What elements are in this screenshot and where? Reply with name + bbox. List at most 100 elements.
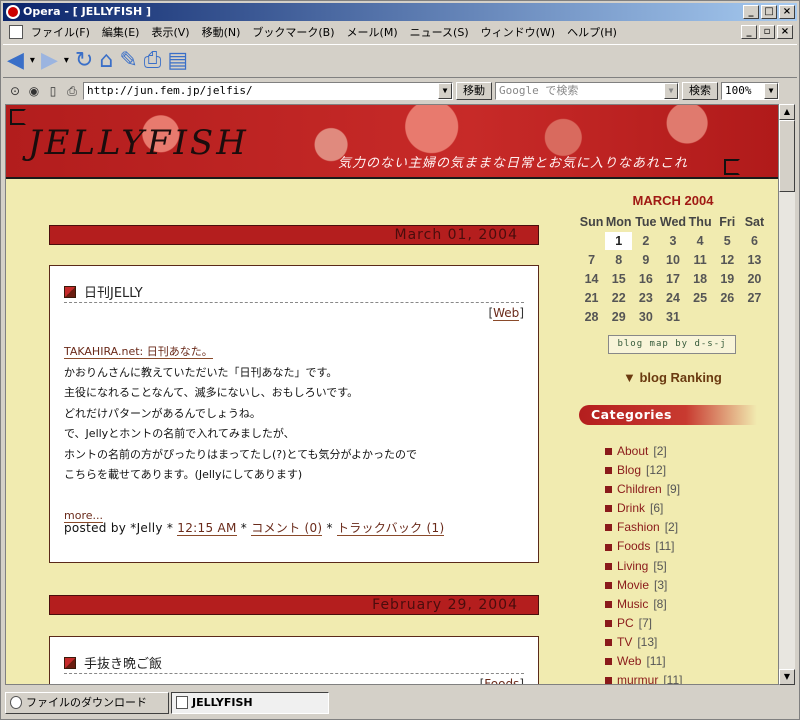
scroll-thumb[interactable]	[779, 120, 795, 192]
calendar-day[interactable]: 4	[687, 232, 714, 250]
category-link[interactable]: Movie	[617, 576, 649, 595]
home-icon[interactable]: ⌂	[99, 50, 113, 72]
category-link[interactable]: Web	[493, 306, 520, 321]
doc-close-button[interactable]: ×	[777, 25, 793, 39]
site-title[interactable]: JELLYFISH	[28, 123, 249, 163]
calendar-day[interactable]: 31	[659, 308, 686, 326]
category-link[interactable]: Foods	[484, 677, 520, 684]
category-link[interactable]: Living	[617, 557, 648, 576]
calendar-day[interactable]: 8	[605, 251, 632, 269]
reload-icon[interactable]: ↻	[75, 50, 93, 72]
camera-icon[interactable]: ◉	[26, 83, 42, 99]
blogmap-badge[interactable]: blog map by d-s-j	[608, 335, 736, 354]
calendar-day[interactable]: 22	[605, 289, 632, 307]
category-link[interactable]: Blog	[617, 461, 641, 480]
calendar-day[interactable]: 11	[687, 251, 714, 269]
comments-link[interactable]: コメント (0)	[251, 521, 323, 536]
calendar-day[interactable]: 30	[632, 308, 659, 326]
menu-view[interactable]: 表示(V)	[145, 24, 195, 40]
vertical-scrollbar[interactable]: ▲ ▼	[779, 104, 795, 685]
category-count: [6]	[650, 501, 664, 516]
calendar-day[interactable]: 19	[714, 270, 741, 288]
document-icon[interactable]: ▯	[45, 83, 61, 99]
hotlist-icon[interactable]: ✎	[119, 50, 137, 72]
page-icon[interactable]: ▤	[167, 50, 188, 72]
calendar-day[interactable]: 17	[659, 270, 686, 288]
zoom-dropdown-icon[interactable]: ▼	[764, 83, 778, 99]
trackback-link[interactable]: トラックバック (1)	[336, 521, 445, 536]
calendar-day[interactable]: 25	[687, 289, 714, 307]
maximize-button[interactable]: □	[761, 5, 777, 19]
calendar-day[interactable]: 15	[605, 270, 632, 288]
calendar-day[interactable]: 9	[632, 251, 659, 269]
calendar-day[interactable]: 7	[578, 251, 605, 269]
close-button[interactable]: ×	[779, 5, 795, 19]
page-tab[interactable]: JELLYFISH	[171, 692, 329, 714]
calendar-day[interactable]: 20	[741, 270, 768, 288]
calendar-day[interactable]: 6	[741, 232, 768, 250]
calendar-day[interactable]: 1	[605, 232, 633, 250]
go-button[interactable]: 移動	[456, 82, 492, 100]
back-icon[interactable]: ◀	[7, 50, 24, 72]
menu-edit[interactable]: 編集(E)	[96, 24, 146, 40]
category-link[interactable]: Music	[617, 595, 648, 614]
menu-help[interactable]: ヘルプ(H)	[561, 24, 623, 40]
blog-ranking-link[interactable]: ▼ blog Ranking	[623, 370, 722, 385]
menu-news[interactable]: ニュース(S)	[404, 24, 475, 40]
zoom-select[interactable]: 100% ▼	[721, 82, 779, 100]
calendar-day[interactable]: 26	[714, 289, 741, 307]
minimize-button[interactable]: _	[743, 5, 759, 19]
category-link[interactable]: murmur	[617, 671, 658, 684]
search-input[interactable]: Google で検索 ▼	[495, 82, 679, 100]
calendar-day[interactable]: 27	[741, 289, 768, 307]
post-title-text[interactable]: 日刊JELLY	[84, 282, 143, 301]
menu-bookmarks[interactable]: ブックマーク(B)	[246, 24, 340, 40]
calendar-day[interactable]: 23	[632, 289, 659, 307]
address-dropdown-icon[interactable]: ▼	[438, 83, 452, 99]
search-button[interactable]: 検索	[682, 82, 718, 100]
scroll-down-icon[interactable]: ▼	[779, 669, 795, 685]
calendar-day[interactable]: 21	[578, 289, 605, 307]
calendar-day[interactable]: 28	[578, 308, 605, 326]
menu-mail[interactable]: メール(M)	[341, 24, 404, 40]
calendar-day[interactable]: 2	[632, 232, 659, 250]
calendar-day[interactable]: 14	[578, 270, 605, 288]
downloads-tab[interactable]: ファイルのダウンロード	[5, 692, 169, 714]
bullet-icon	[605, 448, 612, 456]
calendar-day[interactable]: 13	[741, 251, 768, 269]
calendar-day[interactable]: 16	[632, 270, 659, 288]
forward-dropdown-icon[interactable]: ▾	[64, 50, 69, 72]
category-link[interactable]: PC	[617, 614, 634, 633]
calendar-day[interactable]: 5	[714, 232, 741, 250]
calendar-day[interactable]: 18	[687, 270, 714, 288]
category-link[interactable]: Web	[617, 652, 641, 671]
back-dropdown-icon[interactable]: ▾	[30, 50, 35, 72]
post-title-text[interactable]: 手抜き晩ご飯	[84, 653, 162, 672]
category-link[interactable]: Fashion	[617, 518, 660, 537]
permalink-time[interactable]: 12:15 AM	[177, 521, 237, 536]
category-link[interactable]: About	[617, 442, 648, 461]
security-icon[interactable]: ⊙	[7, 83, 23, 99]
calendar-day[interactable]: 3	[659, 232, 686, 250]
category-link[interactable]: Drink	[617, 499, 645, 518]
menu-window[interactable]: ウィンドウ(W)	[475, 24, 561, 40]
doc-minimize-button[interactable]: _	[741, 25, 757, 39]
category-link[interactable]: Children	[617, 480, 662, 499]
calendar-grid: Sun Mon Tue Wed Thu Fri Sat 1 2 3 4 5 6 7 8 9 10 11 12 13 14…	[578, 213, 768, 326]
print-icon[interactable]: ⎙	[144, 50, 162, 72]
category-link[interactable]: TV	[617, 633, 632, 652]
calendar-day[interactable]: 24	[659, 289, 686, 307]
search-dropdown-icon[interactable]: ▼	[664, 83, 678, 99]
scroll-up-icon[interactable]: ▲	[779, 104, 795, 120]
doc-restore-button[interactable]: ▫	[759, 25, 775, 39]
calendar-day[interactable]: 10	[659, 251, 686, 269]
calendar-day[interactable]: 29	[605, 308, 632, 326]
calendar-day[interactable]: 12	[714, 251, 741, 269]
category-link[interactable]: Foods	[617, 537, 650, 556]
printer-icon[interactable]: ⎙	[64, 83, 80, 99]
address-input[interactable]: http://jun.fem.jp/jelfis/ ▼	[83, 82, 453, 100]
menu-navigate[interactable]: 移動(N)	[196, 24, 247, 40]
menu-file[interactable]: ファイル(F)	[25, 24, 96, 40]
source-link[interactable]: TAKAHIRA.net: 日刊あなた。	[64, 345, 213, 359]
forward-icon[interactable]: ▶	[41, 50, 58, 72]
